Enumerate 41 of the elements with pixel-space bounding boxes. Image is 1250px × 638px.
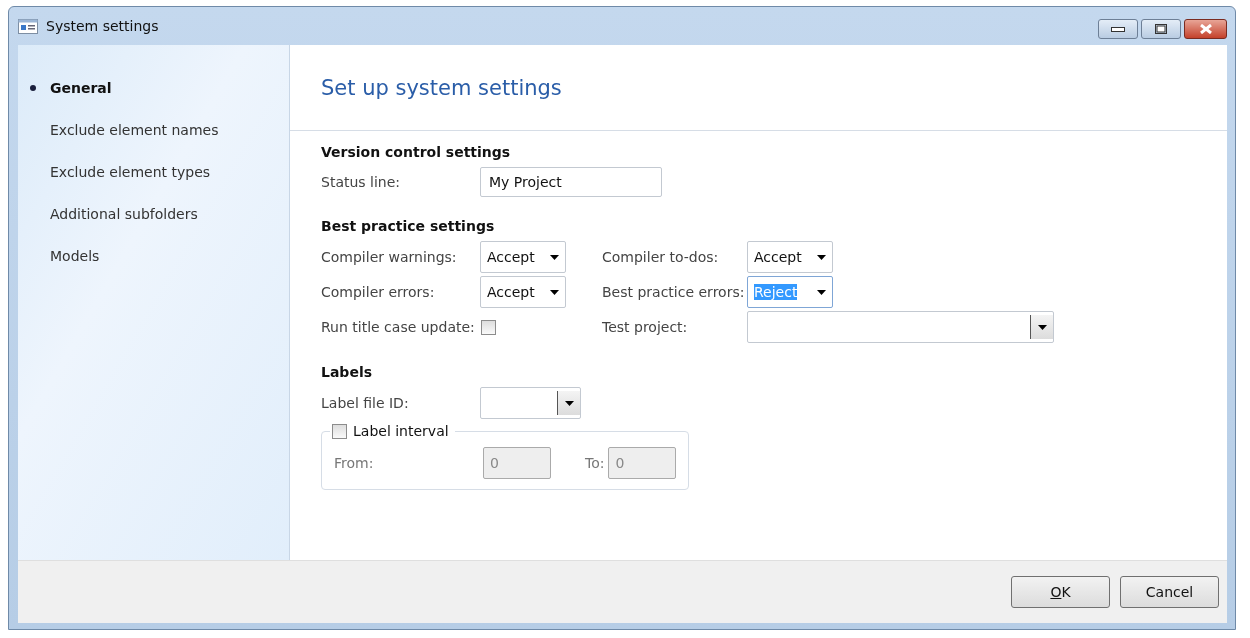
field-label: Test project:	[602, 319, 689, 335]
caret-icon	[550, 254, 559, 260]
maximize-button[interactable]	[1141, 19, 1181, 39]
close-icon	[1198, 24, 1213, 34]
caret-icon	[817, 254, 826, 260]
sidebar-item[interactable]: Exclude element types	[18, 151, 289, 193]
sidebar-item[interactable]: Models	[18, 235, 289, 277]
close-button[interactable]	[1184, 19, 1227, 39]
field-label: Compiler to-dos:	[602, 249, 720, 265]
dropdown[interactable]: Accept	[480, 276, 566, 308]
checkbox-label: Label interval	[353, 423, 449, 439]
field-label: Label file ID:	[321, 395, 410, 411]
dropdown[interactable]: Accept	[747, 241, 833, 273]
maximize-icon	[1155, 24, 1167, 34]
window-icon	[18, 18, 38, 34]
minimize-button[interactable]	[1098, 19, 1138, 39]
dialog-button[interactable]: Cancel	[1120, 576, 1219, 608]
caret-icon	[564, 400, 574, 406]
window-title: System settings	[46, 18, 159, 34]
dialog-button[interactable]: OK	[1011, 576, 1110, 608]
caret-icon	[817, 289, 826, 295]
field-label: Best practice errors:	[602, 284, 746, 300]
field-label: From:	[333, 455, 375, 471]
text-field[interactable]: My Project	[480, 167, 662, 197]
sidebar-item[interactable]: Exclude element names	[18, 109, 289, 151]
sidebar-item[interactable]: Additional subfolders	[18, 193, 289, 235]
dropdown[interactable]: Accept	[480, 241, 566, 273]
field-label: To:	[585, 455, 605, 471]
field-label: Status line:	[321, 174, 402, 190]
caret-icon	[1037, 324, 1047, 330]
section-heading: Version control settings	[321, 143, 512, 162]
caret-icon	[550, 289, 559, 295]
minimize-icon	[1111, 26, 1125, 32]
checkbox[interactable]	[480, 319, 496, 335]
field-label: Compiler warnings:	[321, 249, 458, 265]
sidebar-item[interactable]: General	[18, 67, 289, 109]
page-heading: Set up system settings	[321, 75, 562, 100]
section-heading: Best practice settings	[321, 217, 496, 236]
field-label: Run title case update:	[321, 319, 475, 335]
field-label: Compiler errors:	[321, 284, 436, 300]
section-heading: Labels	[321, 363, 374, 382]
